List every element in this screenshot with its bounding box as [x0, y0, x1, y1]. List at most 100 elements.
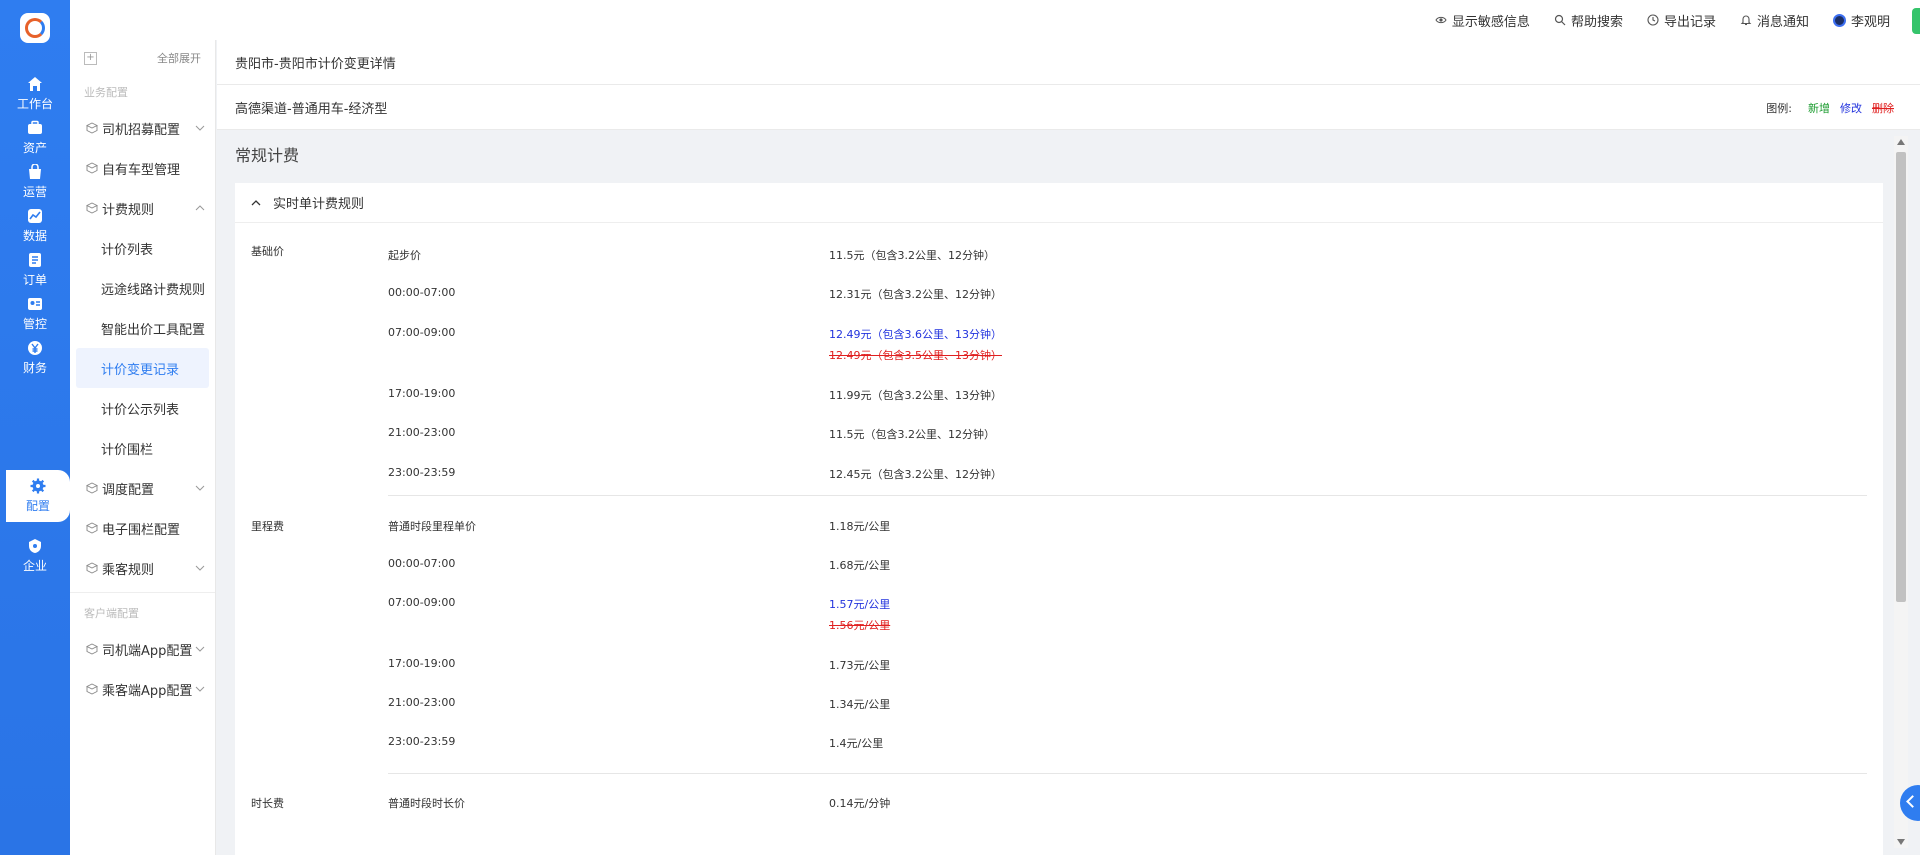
sidebar-item-label: 电子围栏配置 [102, 522, 181, 538]
category-duration: 时长费 [251, 797, 284, 810]
sidebar-item-passenger-rules[interactable]: 乘客规则 [70, 548, 215, 588]
clock-icon [1647, 14, 1659, 26]
cube-icon [86, 162, 98, 174]
rule-value-deleted: 12.49元（包含3.5公里、13分钟） [829, 349, 1002, 362]
cube-icon [86, 522, 98, 534]
sidebar-sub-smart-tool[interactable]: 智能出价工具配置 [70, 308, 215, 348]
rule-name: 普通时段里程单价 [388, 520, 476, 533]
rule-name: 17:00-19:00 [388, 387, 456, 400]
scroll-up-icon[interactable] [1897, 139, 1905, 145]
divider [388, 773, 1867, 774]
group-label-business: 业务配置 [84, 86, 128, 99]
rail-item-finance[interactable]: 财务 [0, 332, 70, 384]
sidebar-item-dispatch[interactable]: 调度配置 [70, 468, 215, 508]
rule-name: 23:00-23:59 [388, 466, 456, 479]
top-header: 显示敏感信息 帮助搜索 导出记录 消息通知 李观明 [70, 0, 1920, 40]
chevron-down-icon [195, 565, 205, 571]
sidebar-sub-long-route[interactable]: 远途线路计费规则 [70, 268, 215, 308]
rule-value-modified: 12.49元（包含3.6公里、13分钟） [829, 328, 1002, 341]
page-title: 贵阳市-贵阳市计价变更详情 [217, 40, 1920, 85]
legend-modify: 修改 [1840, 101, 1862, 115]
rail-label: 财务 [22, 361, 47, 375]
cube-icon [86, 202, 98, 214]
divider [388, 495, 1867, 496]
chart-icon [28, 209, 42, 223]
status-indicator [1912, 8, 1920, 34]
card-header[interactable]: 实时单计费规则 [235, 183, 1883, 223]
sidebar-item-driver-app[interactable]: 司机端App配置 [70, 629, 215, 669]
rule-name: 07:00-09:00 [388, 596, 456, 609]
rail-label: 资产 [22, 141, 47, 155]
sidebar-sub-price-list[interactable]: 计价列表 [70, 228, 215, 268]
sidebar-sub-public-list[interactable]: 计价公示列表 [70, 388, 215, 428]
expand-all-link[interactable]: 全部展开 [157, 50, 201, 66]
rule-name: 普通时段时长价 [388, 797, 465, 810]
sidebar-item-geofence[interactable]: 电子围栏配置 [70, 508, 215, 548]
chevron-down-icon [195, 646, 205, 652]
show-sensitive-label: 显示敏感信息 [1451, 14, 1530, 30]
category-mileage: 里程费 [251, 520, 284, 533]
help-search-button[interactable]: 帮助搜索 [1554, 11, 1623, 30]
cube-icon [86, 562, 98, 574]
rule-name: 21:00-23:00 [388, 696, 456, 709]
chevron-down-icon [195, 485, 205, 491]
rule-value: 11.5元（包含3.2公里、12分钟） [829, 428, 995, 441]
help-search-label: 帮助搜索 [1570, 14, 1623, 30]
icon-rail: 工作台 资产 运营 数据 订单 管控 财务 配置 企业 [0, 0, 70, 855]
rule-value: 12.31元（包含3.2公里、12分钟） [829, 288, 1002, 301]
sidebar-item-label: 计费规则 [102, 202, 155, 218]
sidebar-sub-fence[interactable]: 计价围栏 [70, 428, 215, 468]
legend-add: 新增 [1808, 101, 1830, 115]
sidebar-item-own-vehicle[interactable]: 自有车型管理 [70, 148, 215, 188]
rail-label: 订单 [22, 273, 47, 287]
sidebar-menu: + 全部展开 业务配置 司机招募配置 自有车型管理 计费规则 计价列表 远途线路… [70, 40, 216, 855]
scroll-down-icon[interactable] [1897, 839, 1905, 845]
rail-label: 管控 [22, 317, 47, 331]
rule-value: 1.68元/公里 [829, 559, 891, 572]
app-logo[interactable] [20, 13, 50, 43]
rail-label: 运营 [22, 185, 47, 199]
notifications-button[interactable]: 消息通知 [1740, 11, 1809, 30]
sidebar-divider [70, 592, 215, 593]
rule-name: 23:00-23:59 [388, 735, 456, 748]
category-base: 基础价 [251, 245, 284, 258]
sidebar-item-label: 调度配置 [102, 482, 155, 498]
sidebar-item-pricing-rules[interactable]: 计费规则 [70, 188, 215, 228]
chevron-up-icon [251, 199, 261, 205]
sidebar-item-label: 乘客规则 [102, 562, 155, 578]
show-sensitive-button[interactable]: 显示敏感信息 [1435, 11, 1530, 30]
legend: 图例: 新增 修改 删除 [1766, 85, 1894, 130]
rule-name: 00:00-07:00 [388, 557, 456, 570]
gear-icon [30, 478, 46, 494]
rule-name: 21:00-23:00 [388, 426, 456, 439]
home-icon [28, 77, 42, 91]
cube-icon [86, 482, 98, 494]
export-records-button[interactable]: 导出记录 [1647, 11, 1716, 30]
user-menu[interactable]: 李观明 [1832, 11, 1890, 30]
sidebar-item-driver-recruit[interactable]: 司机招募配置 [70, 108, 215, 148]
rule-name: 00:00-07:00 [388, 286, 456, 299]
rule-value: 1.4元/公里 [829, 737, 884, 750]
legend-delete: 删除 [1872, 101, 1894, 115]
sidebar-sub-change-log[interactable]: 计价变更记录 [76, 348, 209, 388]
rule-value: 1.34元/公里 [829, 698, 891, 711]
scroll-thumb[interactable] [1896, 152, 1906, 602]
section-title: 常规计费 [235, 146, 300, 165]
vertical-scrollbar[interactable] [1894, 136, 1908, 848]
rail-label: 企业 [22, 559, 47, 573]
rule-value-modified: 1.57元/公里 [829, 598, 891, 611]
main-content: 贵阳市-贵阳市计价变更详情 高德渠道-普通用车-经济型 图例: 新增 修改 删除… [217, 40, 1920, 855]
avatar [1832, 13, 1846, 27]
rail-item-config[interactable]: 配置 [6, 470, 70, 522]
pricing-card: 实时单计费规则 基础价 起步价 11.5元（包含3.2公里、12分钟） 00:0… [235, 183, 1883, 855]
sidebar-item-passenger-app[interactable]: 乘客端App配置 [70, 669, 215, 709]
chevron-down-icon [195, 125, 205, 131]
expand-box-icon[interactable]: + [84, 51, 97, 65]
export-records-label: 导出记录 [1663, 14, 1716, 30]
shield-icon [29, 539, 41, 553]
rule-value: 11.5元（包含3.2公里、12分钟） [829, 249, 995, 262]
rule-value-deleted: 1.56元/公里 [829, 619, 891, 632]
bell-icon [1740, 15, 1752, 26]
rail-item-enterprise[interactable]: 企业 [0, 530, 70, 582]
chevron-down-icon [195, 686, 205, 692]
